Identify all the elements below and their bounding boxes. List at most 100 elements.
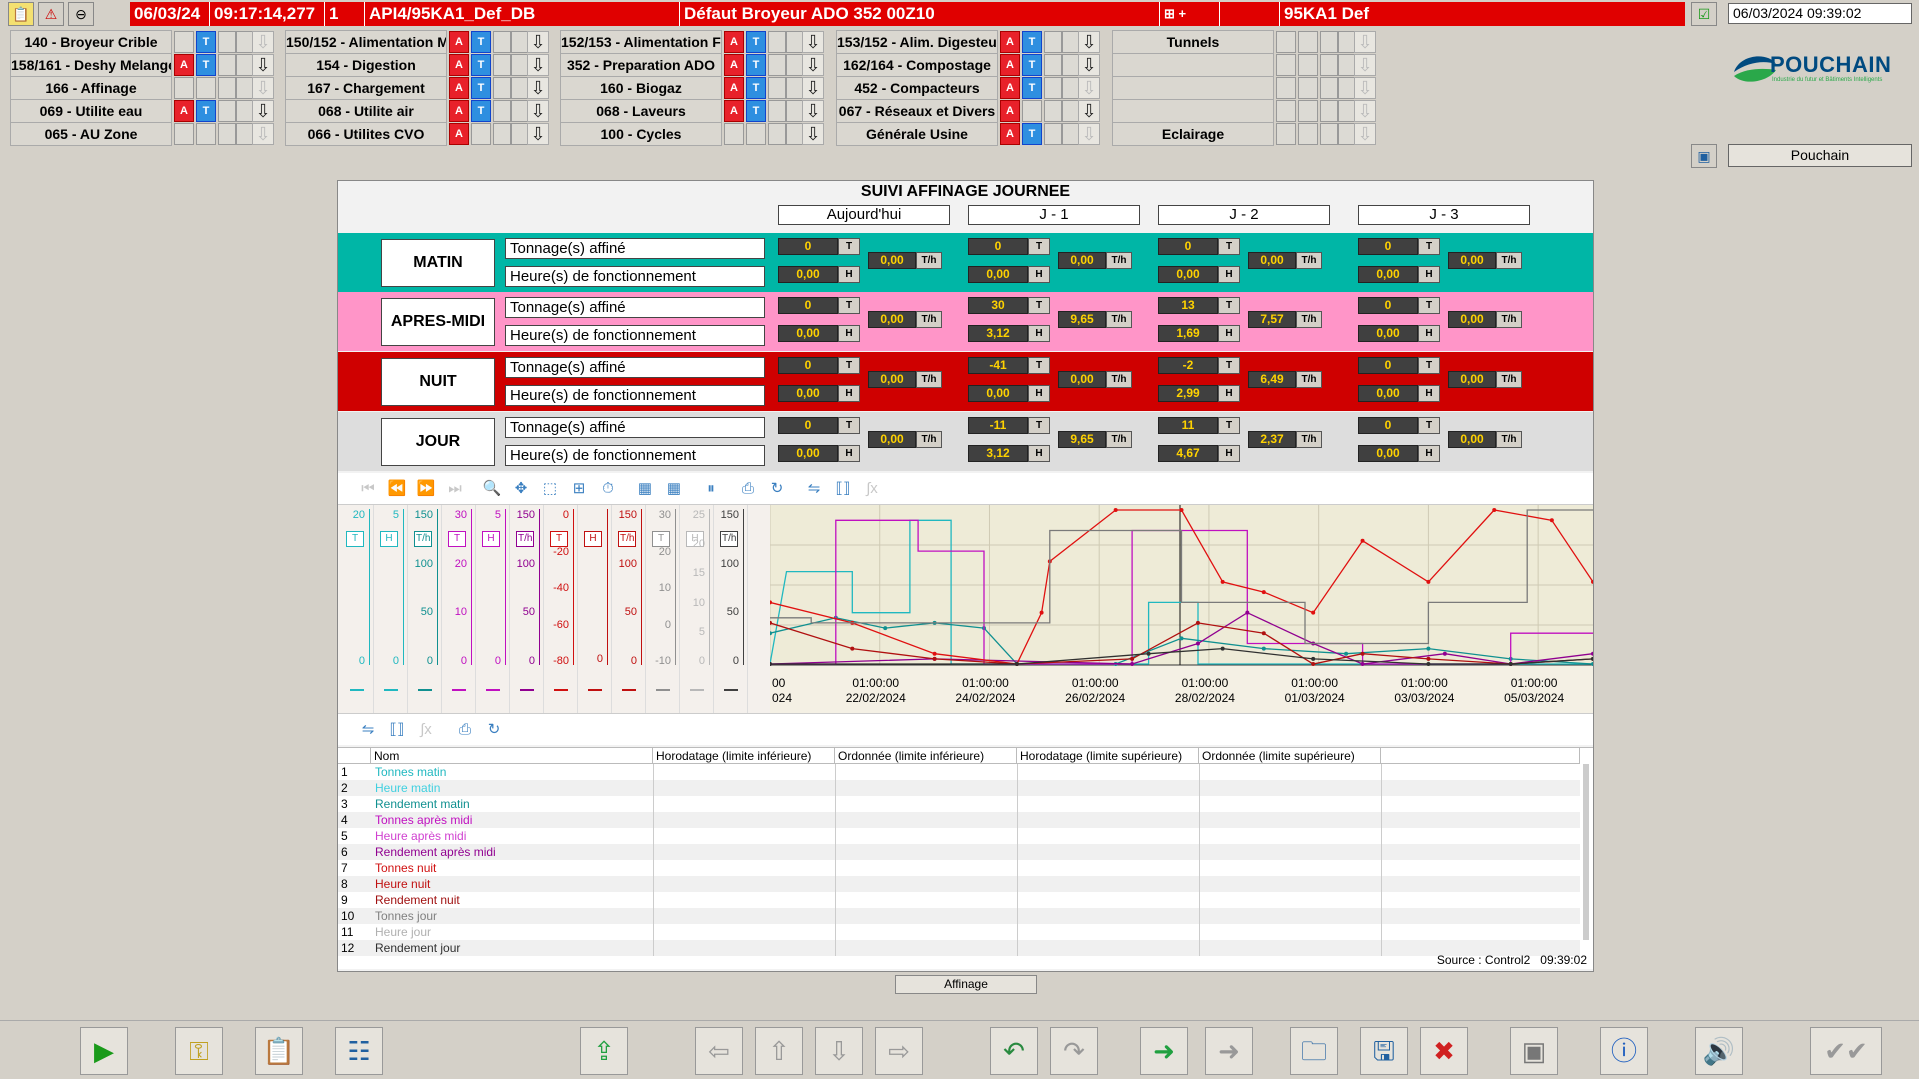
group-button[interactable]: 166 - Affinage (10, 76, 172, 100)
tech-indicator[interactable]: T (471, 100, 491, 122)
arrow-down-icon[interactable]: ⇩ (1078, 77, 1100, 99)
info-icon[interactable]: ⓘ (1600, 1027, 1648, 1075)
table-row[interactable]: 7 Tonnes nuit (338, 860, 1580, 876)
tech-indicator[interactable]: T (746, 54, 766, 76)
arrow-down-icon[interactable]: ⇩ (252, 54, 274, 76)
axis-unit[interactable]: T (346, 531, 364, 547)
table-header[interactable]: Horodatage (limite supérieure) (1017, 748, 1199, 764)
arrow-down-icon[interactable]: ⇩ (802, 31, 824, 53)
start-icon[interactable]: ▶ (80, 1027, 128, 1075)
table-row[interactable]: 6 Rendement après midi (338, 844, 1580, 860)
arrow-down-icon[interactable]: ⇩ (1354, 77, 1376, 99)
alarm-indicator[interactable] (724, 123, 744, 145)
table-row[interactable]: 11 Heure jour (338, 924, 1580, 940)
tech-indicator[interactable] (1298, 54, 1318, 76)
group-button[interactable]: 067 - Réseaux et Divers (836, 99, 998, 123)
tech-indicator[interactable]: T (471, 31, 491, 53)
group-button[interactable]: 152/153 - Alimentation Fines (560, 30, 722, 54)
table-header[interactable]: Horodatage (limite inférieure) (653, 748, 835, 764)
arrow-down-icon[interactable]: ⇩ (252, 31, 274, 53)
tech-indicator[interactable] (746, 123, 766, 145)
alarm-indicator[interactable]: A (449, 31, 469, 53)
group-button[interactable]: 069 - Utilite eau (10, 99, 172, 123)
arrow-down-icon[interactable]: ⇩ (1078, 123, 1100, 145)
arrow-down-icon[interactable]: ⇩ (815, 1027, 863, 1075)
arrow-down-icon[interactable]: ⇩ (1354, 123, 1376, 145)
group-button[interactable] (1112, 53, 1274, 77)
axis-unit[interactable]: T/h (720, 531, 739, 547)
arrow-down-icon[interactable]: ⇩ (527, 123, 549, 145)
arrow-down-icon[interactable]: ⇩ (1078, 100, 1100, 122)
trend-first-icon[interactable]: ⏮ (358, 479, 378, 499)
tech-indicator[interactable] (1022, 100, 1042, 122)
alarm-indicator[interactable]: A (449, 77, 469, 99)
tech-indicator[interactable]: T (1022, 123, 1042, 145)
arrow-down-icon[interactable]: ⇩ (802, 123, 824, 145)
checklist-icon[interactable]: ☑ (1691, 2, 1717, 26)
alarm-indicator[interactable]: A (449, 123, 469, 145)
minimize-icon[interactable]: ⊖ (68, 2, 94, 26)
group-button[interactable]: 068 - Utilite air (285, 99, 447, 123)
group-button[interactable] (1112, 76, 1274, 100)
table-refresh-icon[interactable]: ↻ (484, 720, 504, 740)
arrow-down-icon[interactable]: ⇩ (802, 100, 824, 122)
alarm-indicator[interactable] (1276, 31, 1296, 53)
alarm-indicator[interactable] (174, 123, 194, 145)
keys-icon[interactable]: ⚿ (175, 1027, 223, 1075)
notes-icon[interactable]: 📋 (255, 1027, 303, 1075)
axis-unit[interactable]: T (448, 531, 466, 547)
alarm-indicator[interactable]: A (724, 100, 744, 122)
axis-unit[interactable]: H (482, 531, 500, 547)
tech-indicator[interactable]: T (1022, 54, 1042, 76)
notes-icon[interactable]: 📋 (8, 2, 34, 26)
table-row[interactable]: 12 Rendement jour (338, 940, 1580, 956)
alarm-indicator[interactable]: A (724, 77, 744, 99)
alarm-indicator[interactable]: A (1000, 123, 1020, 145)
tech-indicator[interactable] (1298, 77, 1318, 99)
view-icon[interactable]: ▣ (1510, 1027, 1558, 1075)
tech-indicator[interactable] (471, 123, 491, 145)
trend-cursor-icon[interactable]: ⇋ (804, 479, 824, 499)
arrow-down-icon[interactable]: ⇩ (527, 100, 549, 122)
trend-refresh-icon[interactable]: ↻ (767, 479, 787, 499)
trend-forward-icon[interactable]: ⏩ (416, 479, 436, 499)
group-button[interactable]: Tunnels (1112, 30, 1274, 54)
arrow-down-icon[interactable]: ⇩ (802, 54, 824, 76)
tab-affinage[interactable]: Affinage (895, 975, 1037, 994)
tech-indicator[interactable]: T (746, 77, 766, 99)
tech-indicator[interactable]: T (196, 54, 216, 76)
trend-chart[interactable]: ⏮ ⏪ ⏩ ⏭ 🔍 ✥ ⬚ ⊞ ⏱ ▦ ▦ ⏸ ⎙ ↻ ⇋ ⟦⟧ ∫x T 20 0 H 5 0 T/h 150 100 50 0 T… (338, 473, 1595, 713)
arrow-down-icon[interactable]: ⇩ (252, 123, 274, 145)
tech-indicator[interactable]: T (471, 54, 491, 76)
table-row[interactable]: 3 Rendement matin (338, 796, 1580, 812)
group-button[interactable]: 140 - Broyeur Crible (10, 30, 172, 54)
alarm-indicator[interactable]: A (1000, 77, 1020, 99)
group-button[interactable] (1112, 99, 1274, 123)
group-button[interactable]: 452 - Compacteurs (836, 76, 998, 100)
ack-all-icon[interactable]: ✔✔ (1810, 1027, 1882, 1075)
trend-plot[interactable]: 00 024 01:00:00 22/02/2024 01:00:00 24/02/202… (768, 505, 1595, 713)
save-icon[interactable]: 🖫 (1360, 1027, 1408, 1075)
axis-unit[interactable]: T/h (618, 531, 637, 547)
table-header[interactable]: Ordonnée (limite supérieure) (1199, 748, 1381, 764)
group-button[interactable]: 065 - AU Zone (10, 122, 172, 146)
trend-formula-icon[interactable]: ∫x (862, 479, 882, 499)
table-formula-icon[interactable]: ∫x (416, 720, 436, 740)
arrow-left-icon[interactable]: ⇦ (695, 1027, 743, 1075)
enter-icon[interactable]: ➜ (1140, 1027, 1188, 1075)
tech-indicator[interactable]: T (746, 100, 766, 122)
alarm-indicator[interactable] (1276, 54, 1296, 76)
arrow-up-icon[interactable]: ⇧ (755, 1027, 803, 1075)
table-scrollbar[interactable] (1583, 764, 1589, 940)
alarm-indicator[interactable] (1276, 100, 1296, 122)
alarm-expand-icon[interactable]: ⊞ + (1160, 2, 1220, 26)
table-row[interactable]: 2 Heure matin (338, 780, 1580, 796)
group-button[interactable]: 153/152 - Alim. Digesteurs (836, 30, 998, 54)
group-button[interactable]: 167 - Chargement (285, 76, 447, 100)
trend-grid-icon[interactable]: ▦ (635, 479, 655, 499)
tech-indicator[interactable]: T (471, 77, 491, 99)
group-button[interactable]: 162/164 - Compostage (836, 53, 998, 77)
undo-icon[interactable]: ↶ (990, 1027, 1038, 1075)
alarm-ack-icon[interactable]: ⚠ (38, 2, 64, 26)
sound-icon[interactable]: 🔊 (1695, 1027, 1743, 1075)
